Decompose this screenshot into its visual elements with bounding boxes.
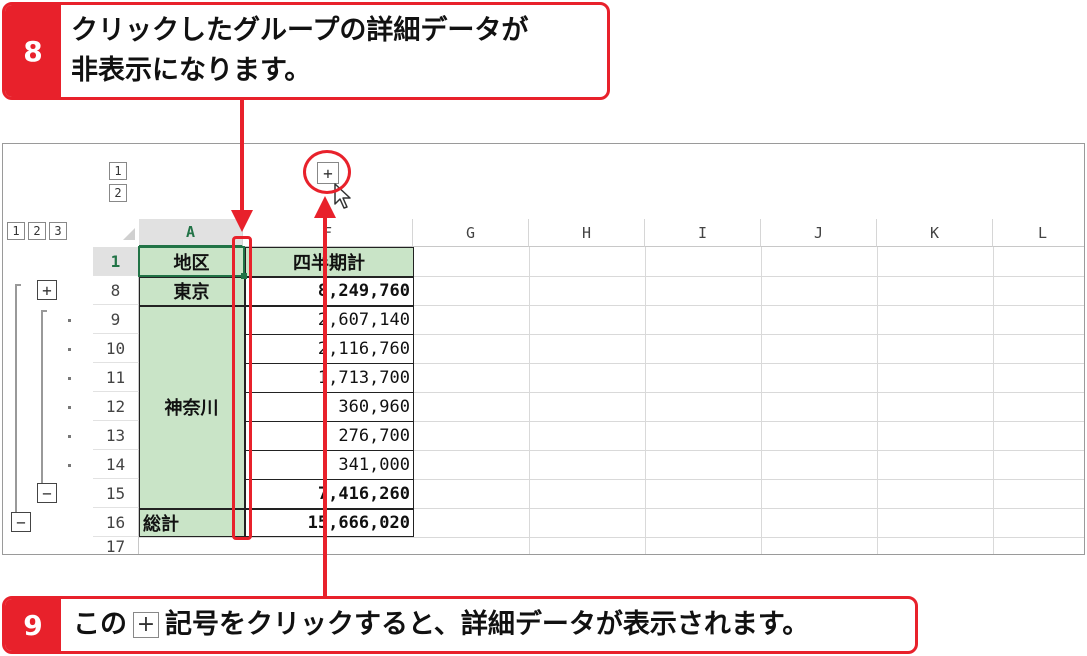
cell-grand-label[interactable]: 総計 [143,508,244,537]
spreadsheet: 1 2 + 1 2 3 A F G H I J K L 1 8 9 10 11 … [2,143,1085,555]
grid-line [877,247,878,554]
outline-bracket-level-1 [15,284,21,514]
expand-button-highlight-circle [303,150,351,194]
arrow-8-head [231,210,253,232]
cell-kanagawa-value[interactable]: 1,713,700 [244,363,410,392]
outline-bracket-level-2 [41,310,47,488]
callout-text: この + 記号をクリックすると、詳細データが表示されます。 [73,599,809,651]
cell-tokyo-label[interactable]: 東京 [139,276,244,305]
outline-dot [68,464,71,467]
column-header-k[interactable]: K [877,219,993,247]
row-header-9[interactable]: 9 [93,305,139,334]
column-header-j[interactable]: J [761,219,877,247]
cell-tokyo-value[interactable]: 8,249,760 [244,276,410,305]
cell-kanagawa-value[interactable]: 2,607,140 [244,305,410,334]
column-header-a[interactable]: A [139,219,243,247]
callout-text-after: 記号をクリックすると、詳細データが表示されます。 [165,609,810,640]
row-outline-level-1-button[interactable]: 1 [7,222,25,240]
cell-header-total[interactable]: 四半期計 [244,247,414,276]
row-header-13[interactable]: 13 [93,421,139,450]
row-outline-level-3-button[interactable]: 3 [49,222,67,240]
arrow-8-line [240,100,244,212]
row-header-16[interactable]: 16 [93,508,139,537]
outline-dot [68,435,71,438]
grid-line [761,247,762,554]
outline-dot [68,406,71,409]
outline-dot [68,348,71,351]
column-header-f[interactable]: F [243,219,413,247]
row-group-collapse-button-level-1[interactable]: − [11,512,31,532]
cell-kanagawa-value[interactable]: 276,700 [244,421,410,450]
hidden-columns-highlight [232,236,252,540]
cell-kanagawa-value[interactable]: 2,116,760 [244,334,410,363]
grid-line [139,537,1084,538]
row-header-14[interactable]: 14 [93,450,139,479]
column-outline-level-2-button[interactable]: 2 [109,184,127,202]
grid-line [993,247,994,554]
callout-step-9: 9 この + 記号をクリックすると、詳細データが表示されます。 [2,596,918,654]
row-outline-level-2-button[interactable]: 2 [28,222,46,240]
cell-kanagawa-total[interactable]: 7,416,260 [244,479,410,508]
column-header-g[interactable]: G [413,219,529,247]
step-number-badge: 8 [5,5,61,97]
row-header-17[interactable]: 17 [93,537,139,554]
cell-kanagawa-value[interactable]: 360,960 [244,392,410,421]
outline-dot [68,319,71,322]
row-group-expand-button[interactable]: + [37,280,57,300]
outline-dot [68,377,71,380]
row-header-15[interactable]: 15 [93,479,139,508]
cell-kanagawa-value[interactable]: 341,000 [244,450,410,479]
row-header-8[interactable]: 8 [93,276,139,305]
callout-line-2: 非表示になります。 [71,55,312,86]
column-header-l[interactable]: L [993,219,1084,247]
row-header-10[interactable]: 10 [93,334,139,363]
arrow-9-line [323,216,327,596]
column-header-i[interactable]: I [645,219,761,247]
row-group-collapse-button[interactable]: − [37,483,57,503]
column-outline-level-1-button[interactable]: 1 [109,162,127,180]
callout-text-before: この [73,609,127,640]
row-header-12[interactable]: 12 [93,392,139,421]
callout-step-8: 8 クリックしたグループの詳細データが 非表示になります。 [2,2,610,100]
callout-line-1: クリックしたグループの詳細データが [71,15,529,46]
row-header-11[interactable]: 11 [93,363,139,392]
column-header-h[interactable]: H [529,219,645,247]
arrow-9-head [314,196,336,218]
select-all-corner-icon[interactable] [121,226,137,242]
callout-text: クリックしたグループの詳細データが 非表示になります。 [71,11,528,91]
step-number-badge: 9 [5,599,61,651]
cell-kanagawa-label[interactable]: 神奈川 [139,392,244,421]
plus-box-icon: + [133,612,159,638]
grid-line [645,247,646,554]
cell-header-region[interactable]: 地区 [139,247,244,276]
row-header-1[interactable]: 1 [93,247,139,276]
grid-line [529,247,530,554]
cell-grand-value[interactable]: 15,666,020 [244,508,410,537]
